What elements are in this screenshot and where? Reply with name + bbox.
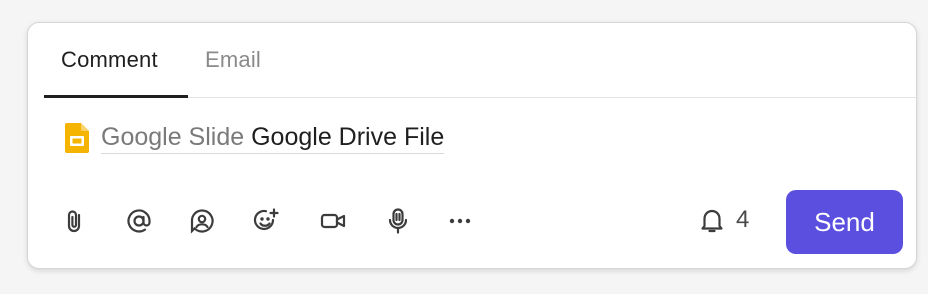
attachment-name: Google Drive File <box>251 123 445 151</box>
active-tab-indicator <box>44 95 188 98</box>
tab-email[interactable]: Email <box>205 47 261 73</box>
microphone-icon[interactable] <box>384 207 412 235</box>
comment-composer: Comment Email Google Slide Google Drive … <box>27 22 917 269</box>
attachment-link[interactable]: Google Slide Google Drive File <box>101 122 445 154</box>
video-icon[interactable] <box>319 207 347 235</box>
assign-icon[interactable] <box>188 207 216 235</box>
google-slides-icon <box>65 123 89 153</box>
send-button[interactable]: Send <box>786 190 903 254</box>
tab-comment[interactable]: Comment <box>61 47 158 73</box>
composer-tabs: Comment Email <box>44 23 916 98</box>
attachment-chip[interactable]: Google Slide Google Drive File <box>65 122 445 154</box>
emoji-add-icon[interactable] <box>252 207 280 235</box>
bell-icon <box>701 209 723 233</box>
notify-count: 4 <box>736 206 750 233</box>
attachment-type: Google Slide <box>101 123 245 151</box>
at-mention-icon[interactable] <box>125 207 153 235</box>
notify-count-button[interactable]: 4 <box>698 206 749 234</box>
more-icon[interactable] <box>446 207 474 235</box>
paperclip-icon[interactable] <box>62 207 90 235</box>
